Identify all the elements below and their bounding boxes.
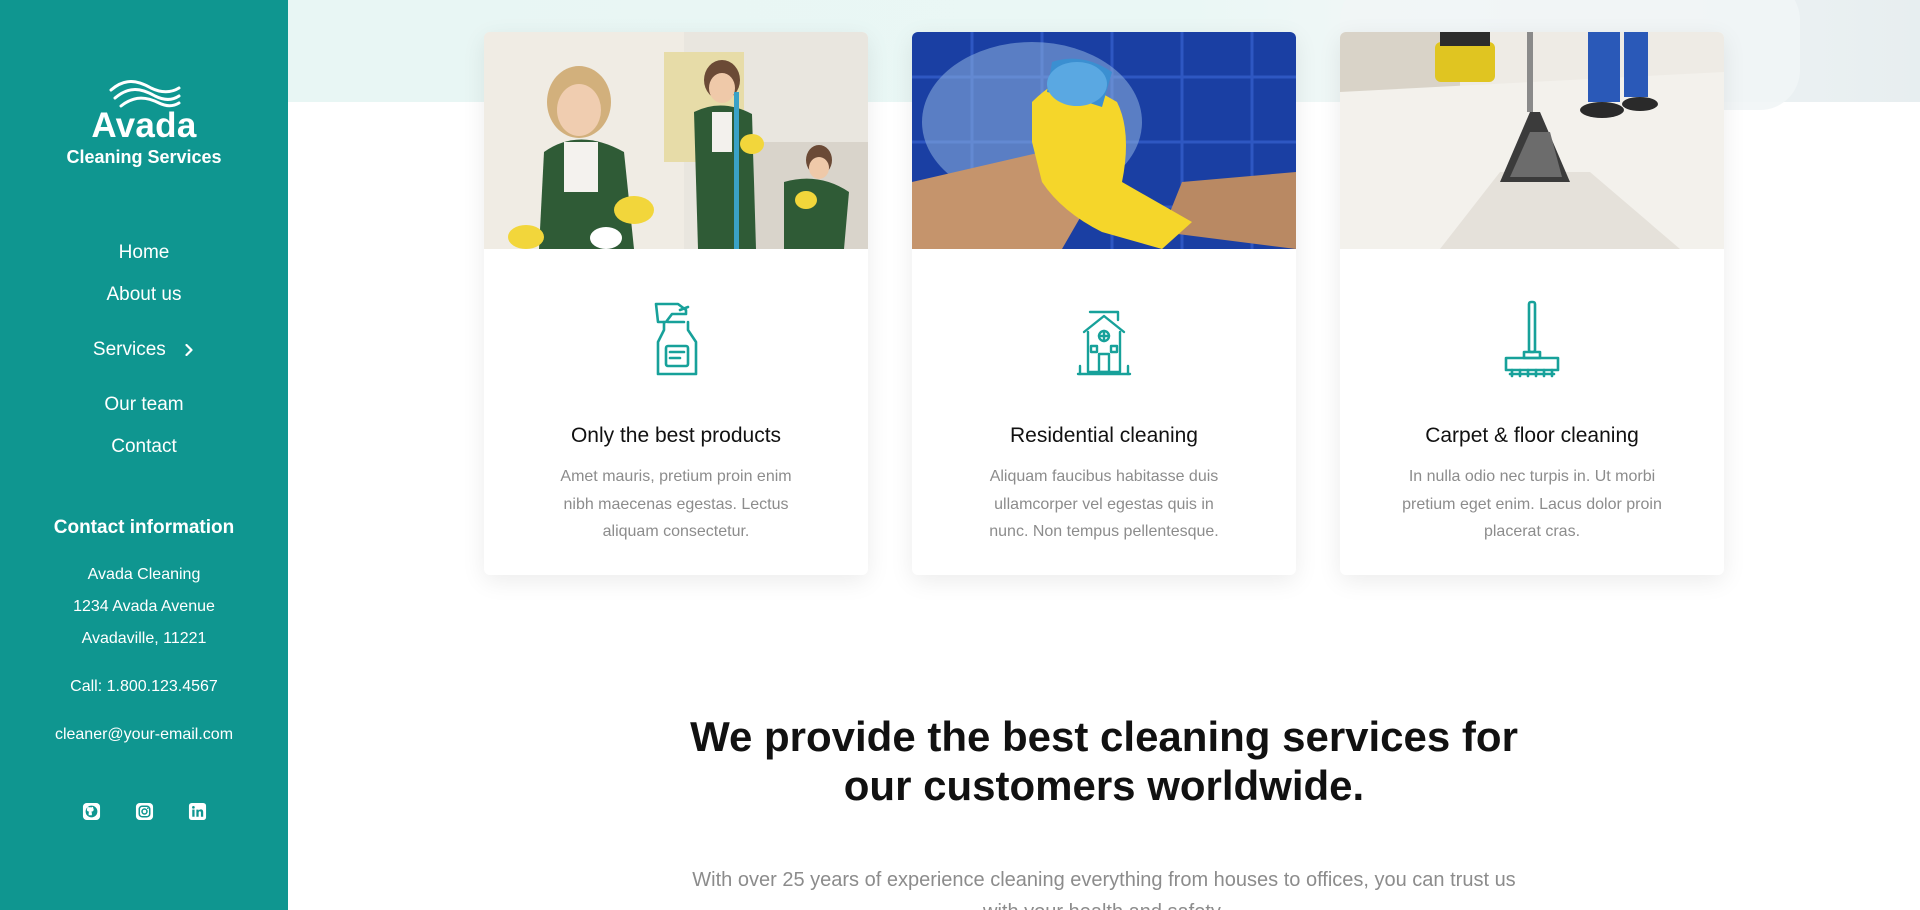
linkedin-icon[interactable] <box>188 802 207 821</box>
contact-street: 1234 Avada Avenue <box>73 598 215 615</box>
sidebar: Avada Cleaning Services Home About us Se… <box>0 0 288 910</box>
service-card-products: Only the best products Amet mauris, pret… <box>484 32 868 575</box>
social-links <box>0 802 288 821</box>
glove-wiping-glass-photo <box>912 32 1296 249</box>
subtext-line: With over 25 years of experience cleanin… <box>692 869 1516 891</box>
nav-item-label: Home <box>118 242 170 263</box>
section-subtext: With over 25 years of experience cleanin… <box>288 864 1920 910</box>
contact-info-heading: Contact information <box>53 517 235 538</box>
brand-logo[interactable]: Avada Cleaning Services <box>0 78 288 168</box>
nav-item-services[interactable]: Services <box>0 339 288 361</box>
cleaners-photo <box>484 32 868 249</box>
headline-line: We provide the best cleaning services fo… <box>690 713 1518 760</box>
carpet-vacuum-photo <box>1340 32 1724 249</box>
contact-phone[interactable]: Call: 1.800.123.4567 <box>0 678 288 696</box>
card-description: Amet mauris, pretium proin enim nibh mae… <box>560 468 792 540</box>
card-description: In nulla odio nec turpis in. Ut morbi pr… <box>1402 468 1662 540</box>
spray-bottle-icon <box>654 302 698 376</box>
section-headline: We provide the best cleaning services fo… <box>288 712 1920 810</box>
contact-email[interactable]: cleaner@your-email.com <box>0 726 288 744</box>
subtext-line: with your health and safety. <box>288 896 1920 910</box>
headline-line: our customers worldwide. <box>843 762 1365 809</box>
nav-item-about-us[interactable]: About us <box>0 284 288 306</box>
card-title: Residential cleaning <box>1010 424 1198 447</box>
contact-city: Avadaville, 11221 <box>81 630 207 647</box>
house-icon <box>1076 310 1132 376</box>
card-title: Carpet & floor cleaning <box>1425 424 1639 447</box>
nav-item-home[interactable]: Home <box>0 242 288 264</box>
service-card-carpet: Carpet & floor cleaning In nulla odio ne… <box>1340 32 1724 575</box>
floor-mop-icon <box>1504 300 1560 378</box>
nav-item-label: Our team <box>104 394 184 415</box>
nav-item-label: Services <box>92 339 166 360</box>
card-title: Only the best products <box>570 424 782 447</box>
nav-item-contact[interactable]: Contact <box>0 436 288 458</box>
card-description: Aliquam faucibus habitasse duis ullamcor… <box>989 468 1219 540</box>
nav-item-our-team[interactable]: Our team <box>0 394 288 416</box>
nav-item-label: About us <box>106 284 182 305</box>
instagram-icon[interactable] <box>135 802 154 821</box>
contact-company: Avada Cleaning <box>87 566 201 583</box>
brand-name: Avada <box>91 106 197 145</box>
github-icon[interactable] <box>82 802 101 821</box>
chevron-right-icon <box>185 343 193 356</box>
brand-tagline: Cleaning Services <box>66 147 222 167</box>
nav-item-label: Contact <box>111 436 177 457</box>
service-card-residential: Residential cleaning Aliquam faucibus ha… <box>912 32 1296 575</box>
